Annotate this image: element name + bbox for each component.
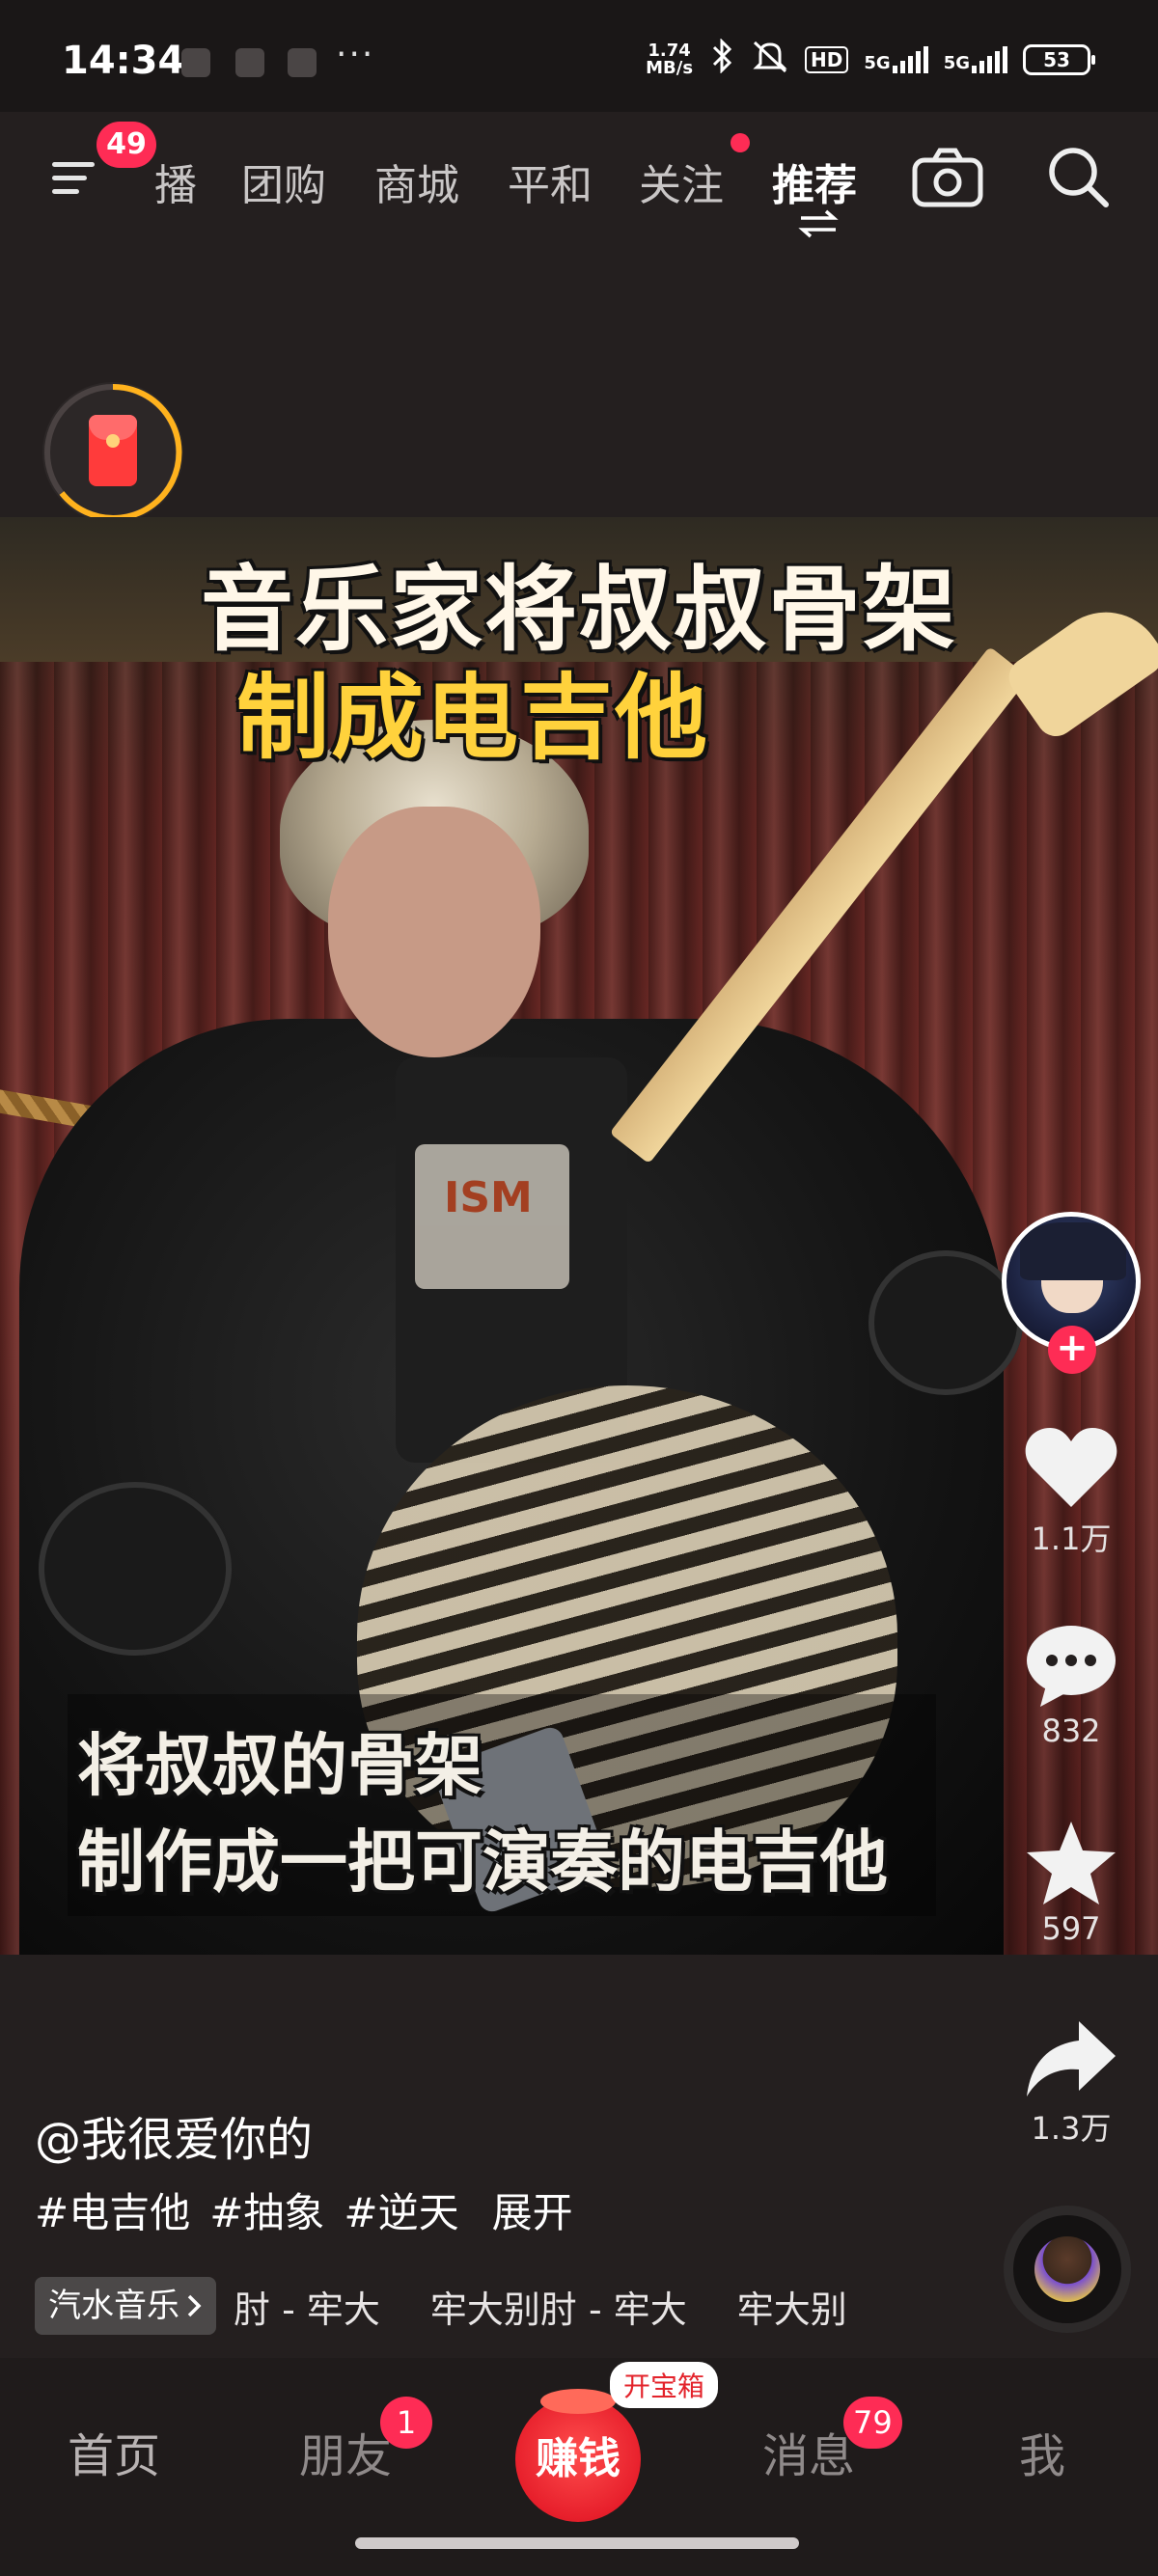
messages-badge: 79: [843, 2397, 902, 2449]
music-app-tag[interactable]: 汽水音乐: [35, 2277, 216, 2335]
tab-local[interactable]: 平和: [508, 151, 593, 212]
chevron-right-icon: [187, 2294, 202, 2317]
music-track: 牢大别: [736, 2288, 847, 2331]
hashtag-row: #电吉他 #抽象 #逆天 展开: [35, 2180, 573, 2239]
music-disc[interactable]: [1004, 2206, 1131, 2333]
following-unread-dot: [731, 133, 750, 152]
music-track: 牢大别肘 - 牢大: [429, 2288, 687, 2331]
comment-button[interactable]: 832: [994, 1622, 1148, 1749]
video-figure-glove-right: [868, 1250, 1023, 1395]
share-count: 1.3万: [1031, 2110, 1112, 2147]
friends-badge: 1: [380, 2397, 432, 2449]
star-icon: [1027, 1822, 1116, 1905]
hd-voice-icon: HD: [805, 46, 849, 73]
swap-icon[interactable]: [797, 208, 840, 247]
tab-mall[interactable]: 商城: [374, 151, 459, 212]
video-feed[interactable]: 音乐家将叔叔骨架 制成电吉他 将叔叔的骨架 制作成一把可演奏的电吉他 + 1.1…: [0, 247, 1158, 2358]
share-arrow-icon: [1027, 2021, 1116, 2096]
network-speed: 1.74 MB/s: [646, 42, 693, 77]
nav-me[interactable]: 我: [1019, 2418, 1065, 2485]
nav-messages[interactable]: 消息: [762, 2418, 855, 2485]
video-subtitle-2: 制作成一把可演奏的电吉他: [77, 1822, 888, 1902]
status-right-group: 1.74 MB/s HD 5G 5G 53: [646, 38, 1095, 81]
favorite-button[interactable]: 597: [994, 1820, 1148, 1947]
home-indicator[interactable]: [355, 2537, 799, 2549]
video-headline-2: 制成电吉他: [236, 664, 709, 772]
follow-plus-icon[interactable]: +: [1048, 1326, 1096, 1374]
battery-indicator: 53: [1023, 44, 1095, 75]
tab-recommended[interactable]: 推荐: [772, 151, 857, 212]
hashtag[interactable]: #逆天: [344, 2180, 458, 2239]
video-figure-glove-left: [39, 1482, 232, 1656]
signal-bars-icon: [972, 46, 1007, 73]
like-button[interactable]: 1.1万: [994, 1424, 1148, 1559]
menu-badge: 49: [96, 122, 156, 168]
camera-icon[interactable]: [911, 147, 984, 208]
share-button[interactable]: 1.3万: [994, 2017, 1148, 2149]
video-player[interactable]: 音乐家将叔叔骨架 制成电吉他 将叔叔的骨架 制作成一把可演奏的电吉他: [0, 517, 1158, 1955]
top-nav: 49 播 团购 商城 平和 关注 推荐: [0, 112, 1158, 247]
network-type-1: 5G: [864, 53, 891, 73]
bluetooth-icon: [708, 38, 735, 81]
status-time: 14:34: [62, 39, 185, 83]
app-notification-icon: [181, 48, 210, 77]
network-speed-unit: MB/s: [646, 58, 694, 78]
music-row[interactable]: 汽水音乐 肘 - 牢大 牢大别肘 - 牢大 牢大别: [35, 2277, 847, 2335]
nav-home[interactable]: 首页: [68, 2418, 160, 2485]
signal-2: 5G: [944, 46, 1007, 73]
tiktok-notification-icon: [288, 48, 317, 77]
comment-count: 832: [1041, 1713, 1101, 1749]
mute-icon: [751, 39, 789, 81]
search-icon[interactable]: [1044, 143, 1112, 210]
earn-button[interactable]: 赚钱: [515, 2389, 641, 2522]
author-name[interactable]: @我很爱你的: [35, 2101, 313, 2169]
network-type-2: 5G: [943, 53, 970, 73]
nav-friends[interactable]: 朋友: [299, 2418, 392, 2485]
menu-icon[interactable]: [48, 149, 106, 206]
signal-bars-icon: [892, 46, 928, 73]
music-app-tag-label: 汽水音乐: [48, 2287, 179, 2325]
video-subtitle-1: 将叔叔的骨架: [77, 1726, 482, 1805]
app-notification-icon: [235, 48, 264, 77]
status-bar: 14:34 ··· 1.74 MB/s HD 5G 5G 53: [0, 0, 1158, 112]
expand-caption-link[interactable]: 展开: [492, 2180, 573, 2239]
hashtag[interactable]: #抽象: [209, 2180, 324, 2239]
music-track: 肘 - 牢大: [234, 2288, 380, 2331]
signal-1: 5G: [864, 46, 928, 73]
video-figure-print: [415, 1144, 569, 1289]
hashtag[interactable]: #电吉他: [35, 2180, 190, 2239]
favorite-count: 597: [1041, 1910, 1101, 1947]
tab-group-buy[interactable]: 团购: [241, 151, 326, 212]
video-figure-face: [328, 807, 540, 1057]
treasure-box-tag[interactable]: 开宝箱: [610, 2362, 719, 2408]
heart-icon: [1025, 1428, 1117, 1507]
red-packet-timer[interactable]: [42, 382, 183, 523]
like-count: 1.1万: [1031, 1521, 1112, 1557]
comment-icon: [1027, 1626, 1116, 1707]
tab-live[interactable]: 播: [154, 151, 197, 212]
more-notifications-icon: ···: [336, 35, 375, 74]
red-envelope-icon: [89, 415, 137, 486]
tab-following[interactable]: 关注: [639, 151, 724, 212]
